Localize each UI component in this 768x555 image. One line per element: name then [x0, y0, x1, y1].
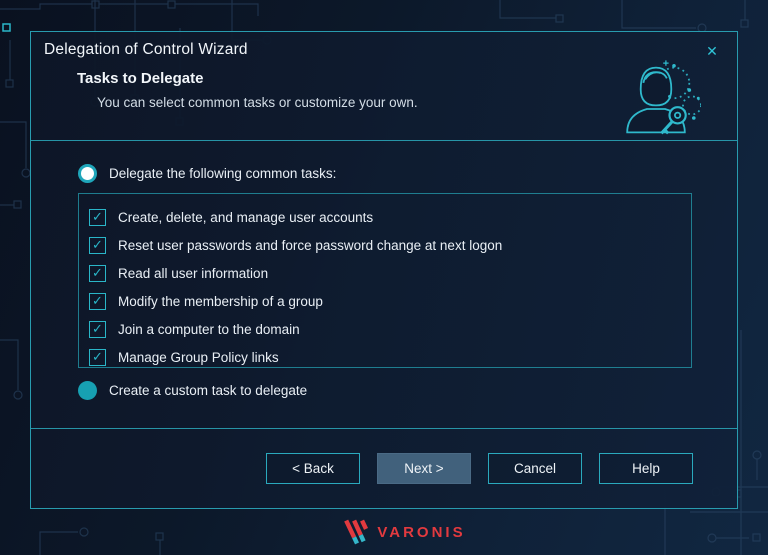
radio-common-tasks[interactable]: Delegate the following common tasks:	[78, 164, 693, 183]
radio-selected-icon[interactable]	[78, 164, 97, 183]
checkbox-checked-icon[interactable]: ✓	[89, 208, 106, 226]
varonis-wordmark: VARONIS	[377, 523, 466, 541]
step-subtitle: You can select common tasks or customize…	[97, 95, 418, 110]
step-title: Tasks to Delegate	[77, 70, 204, 87]
next-button[interactable]: Next >	[377, 453, 471, 484]
task-row[interactable]: ✓ Modify the membership of a group	[89, 287, 691, 315]
close-icon[interactable]: ✕	[699, 38, 725, 64]
task-label: Create, delete, and manage user accounts	[118, 209, 374, 225]
dialog-footer: < Back Next > Cancel Help	[31, 428, 737, 508]
task-row[interactable]: ✓ Read all user information	[89, 259, 691, 287]
dialog-title: Delegation of Control Wizard	[44, 41, 248, 58]
task-label: Read all user information	[118, 265, 269, 281]
checkbox-checked-icon[interactable]: ✓	[89, 292, 106, 310]
task-label: Reset user passwords and force password …	[118, 237, 503, 253]
checkbox-checked-icon[interactable]: ✓	[89, 348, 106, 366]
task-label: Modify the membership of a group	[118, 293, 323, 309]
task-list-box: ✓ Create, delete, and manage user accoun…	[78, 193, 692, 368]
dialog-header: Delegation of Control Wizard ✕ Tasks to …	[31, 32, 737, 141]
radio-unselected-icon[interactable]	[78, 381, 97, 400]
radio-custom-task-label: Create a custom task to delegate	[109, 383, 308, 398]
task-label: Join a computer to the domain	[118, 321, 300, 337]
varonis-mark-icon	[344, 519, 369, 545]
desktop-background: Delegation of Control Wizard ✕ Tasks to …	[0, 0, 768, 555]
task-row[interactable]: ✓ Manage Group Policy links	[89, 343, 691, 371]
radio-custom-task[interactable]: Create a custom task to delegate	[78, 381, 693, 400]
delegation-wizard-dialog: Delegation of Control Wizard ✕ Tasks to …	[30, 31, 738, 509]
task-row[interactable]: ✓ Reset user passwords and force passwor…	[89, 231, 691, 259]
task-row[interactable]: ✓ Create, delete, and manage user accoun…	[89, 203, 691, 231]
task-row[interactable]: ✓ Join a computer to the domain	[89, 315, 691, 343]
varonis-logo: VARONIS	[19, 519, 768, 545]
radio-common-tasks-label: Delegate the following common tasks:	[109, 166, 337, 181]
step-heading-block: Tasks to Delegate You can select common …	[77, 70, 418, 110]
user-key-icon	[626, 60, 701, 135]
cancel-button[interactable]: Cancel	[488, 453, 582, 484]
checkbox-checked-icon[interactable]: ✓	[89, 320, 106, 338]
task-label: Manage Group Policy links	[118, 349, 279, 365]
dialog-body: Delegate the following common tasks: ✓ C…	[31, 141, 737, 428]
help-button[interactable]: Help	[599, 453, 693, 484]
checkbox-checked-icon[interactable]: ✓	[89, 236, 106, 254]
back-button[interactable]: < Back	[266, 453, 360, 484]
checkbox-checked-icon[interactable]: ✓	[89, 264, 106, 282]
